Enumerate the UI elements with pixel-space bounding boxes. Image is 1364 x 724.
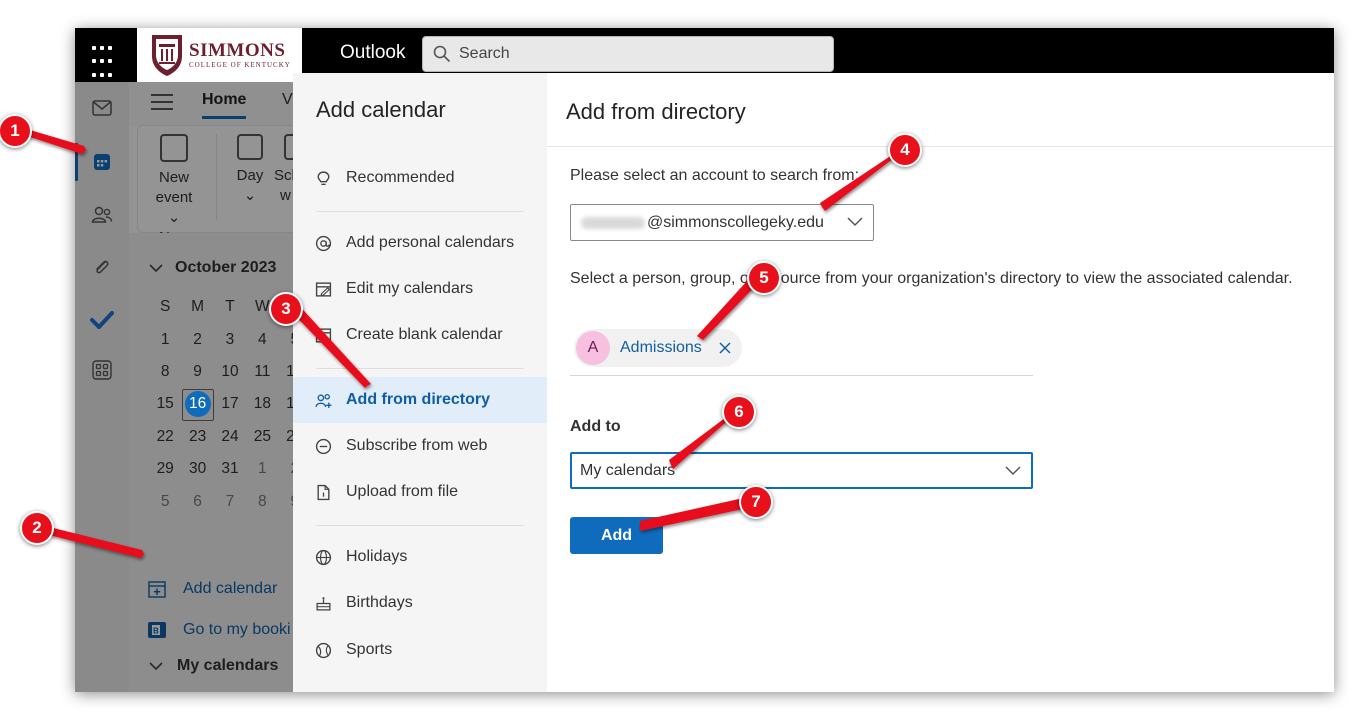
- menu-item-recommended[interactable]: Recommended: [293, 155, 547, 201]
- menu-item-label: Recommended: [346, 169, 455, 186]
- app-launcher-icon[interactable]: [75, 28, 137, 82]
- app-name[interactable]: Outlook: [340, 42, 405, 64]
- menu-item-upload-from-file[interactable]: Upload from file: [293, 469, 547, 515]
- add-calendar-dialog: Add calendar Recommended Add personal cal…: [293, 73, 1334, 692]
- cake-icon: [316, 596, 331, 611]
- directory-prompt: Select a person, group, or resource from…: [570, 270, 1293, 287]
- chip-name: Admissions: [620, 339, 702, 356]
- menu-item-subscribe-from-web[interactable]: Subscribe from web: [293, 423, 547, 469]
- step-marker-5: 5: [747, 261, 781, 295]
- menu-item-label: Upload from file: [346, 483, 459, 500]
- search-icon: [433, 45, 451, 63]
- avatar: A: [576, 331, 610, 365]
- add-to-dropdown[interactable]: My calendars: [570, 452, 1033, 489]
- menu-item-sports[interactable]: Sports: [293, 627, 547, 673]
- lightbulb-icon: [317, 170, 330, 185]
- menu-divider: [316, 211, 524, 212]
- account-dropdown[interactable]: @simmonscollegeky.edu: [570, 204, 874, 241]
- file-upload-icon: [317, 484, 330, 500]
- menu-item-label: Add personal calendars: [346, 234, 515, 251]
- selected-person-chip[interactable]: A Admissions: [574, 329, 742, 367]
- at-icon: [315, 235, 332, 251]
- account-prompt: Please select an account to search from:: [570, 167, 860, 184]
- step-marker-6: 6: [722, 395, 756, 429]
- menu-item-label: Birthdays: [346, 594, 413, 611]
- add-button[interactable]: Add: [570, 517, 663, 554]
- menu-item-label: Sports: [346, 641, 393, 658]
- chip-underline: [570, 375, 1033, 376]
- directory-icon: [315, 393, 332, 408]
- menu-item-add-from-directory[interactable]: Add from directory: [293, 377, 547, 423]
- menu-item-label: Subscribe from web: [346, 437, 488, 454]
- college-logo[interactable]: SIMMONS COLLEGE OF KENTUCKY: [137, 28, 302, 82]
- ball-icon: [315, 642, 332, 658]
- menu-divider: [316, 368, 524, 369]
- logo-subtext: COLLEGE OF KENTUCKY: [189, 61, 291, 69]
- step-marker-2: 2: [20, 511, 54, 545]
- directory-panel: Add from directory Please select an acco…: [547, 73, 1334, 692]
- menu-item-edit-my-calendars[interactable]: Edit my calendars: [293, 266, 547, 312]
- menu-item-label: Edit my calendars: [346, 280, 474, 297]
- dialog-sidebar: Add calendar Recommended Add personal cal…: [293, 73, 547, 692]
- divider: [547, 146, 1334, 147]
- step-marker-1: 1: [0, 114, 32, 148]
- today-marker: 16: [184, 391, 211, 418]
- globe-icon: [315, 549, 332, 565]
- menu-item-label: Holidays: [346, 548, 408, 565]
- menu-item-add-personal-calendars[interactable]: Add personal calendars: [293, 220, 547, 266]
- chevron-down-icon: [847, 217, 863, 227]
- step-marker-7: 7: [739, 485, 773, 519]
- step-marker-3: 3: [269, 292, 303, 326]
- web-link-icon: [315, 438, 332, 454]
- redacted-username: [581, 216, 645, 229]
- chevron-down-icon: [1005, 466, 1021, 476]
- menu-item-create-blank-calendar[interactable]: Create blank calendar: [293, 312, 547, 358]
- logo-wordmark: SIMMONS: [189, 40, 286, 61]
- step-marker-4: 4: [888, 133, 922, 167]
- outlook-window: SIMMONS COLLEGE OF KENTUCKY Outlook Sear…: [75, 28, 1334, 692]
- close-icon[interactable]: [718, 341, 732, 355]
- dialog-title: Add calendar: [316, 97, 446, 122]
- menu-divider: [316, 525, 524, 526]
- menu-item-birthdays[interactable]: Birthdays: [293, 580, 547, 626]
- search-box[interactable]: Search: [422, 36, 834, 72]
- account-value: @simmonscollegeky.edu: [647, 213, 824, 231]
- menu-item-holidays[interactable]: Holidays: [293, 534, 547, 580]
- search-placeholder: Search: [459, 45, 510, 62]
- add-to-label: Add to: [570, 418, 621, 435]
- crest-icon: [152, 35, 182, 76]
- menu-item-label: Add from directory: [346, 391, 491, 408]
- menu-item-label: Create blank calendar: [346, 326, 503, 343]
- panel-title: Add from directory: [566, 99, 746, 124]
- blank-calendar-icon: [315, 327, 332, 343]
- add-to-value: My calendars: [580, 461, 676, 479]
- edit-calendar-icon: [315, 281, 332, 297]
